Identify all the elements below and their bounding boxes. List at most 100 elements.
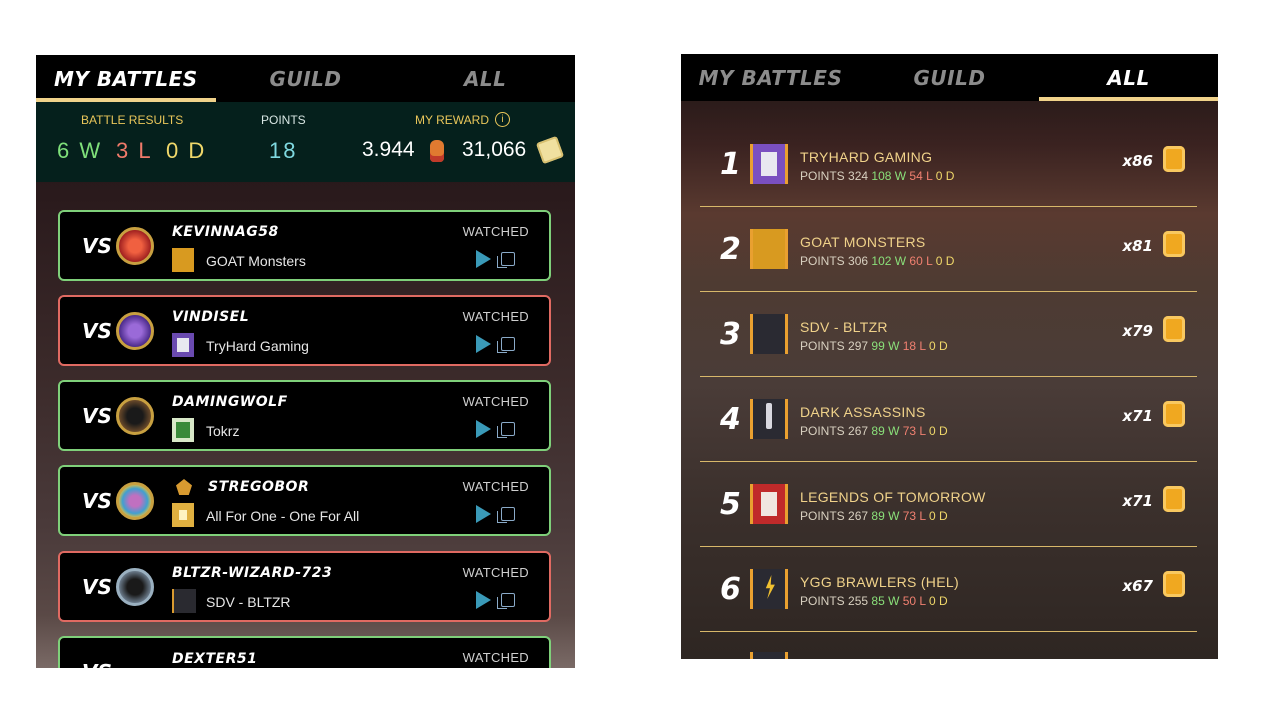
rank-number: 1 (720, 147, 741, 182)
vs-label: VS (82, 660, 112, 668)
tab-all[interactable]: ALL (1039, 54, 1218, 101)
reward-2-value: 31,066 (462, 138, 527, 161)
play-icon[interactable] (476, 335, 491, 353)
my-battles-panel: MY BATTLES GUILD ALL BATTLE RESULTS 6 W … (36, 55, 575, 668)
guild-banner-icon (750, 484, 788, 524)
chest-icon (1163, 486, 1185, 512)
lightning-icon (765, 575, 775, 599)
play-icon[interactable] (476, 250, 491, 268)
guild-name[interactable]: TRYHARD GAMING (800, 149, 932, 165)
opponent-name[interactable]: BLTZR-WIZARD-723 (172, 565, 332, 581)
guild-name[interactable]: GOAT MONSTERS (800, 234, 926, 250)
battle-card[interactable]: VS BLTZR-WIZARD-723 SDV - BLTZR WATCHED (58, 551, 551, 622)
copy-icon[interactable] (497, 337, 515, 353)
opponent-name[interactable]: DEXTER51 (172, 651, 257, 667)
vs-label: VS (82, 575, 112, 599)
opponent-avatar (116, 397, 154, 435)
all-guilds-panel: MY BATTLES GUILD ALL 1 TRYHARD GAMING PO… (681, 54, 1218, 659)
guild-row[interactable]: 5 LEGENDS OF TOMORROW POINTS 267 89 W 73… (700, 462, 1197, 547)
reward-multiplier: x81 (1122, 237, 1153, 255)
battle-card[interactable]: VS DEXTER51 WATCHED (58, 636, 551, 668)
guild-stats: POINTS 297 99 W 18 L 0 D (800, 339, 948, 353)
guild-banner-icon (172, 589, 196, 613)
vs-label: VS (82, 404, 112, 428)
guild-row[interactable]: 3 SDV - BLTZR POINTS 297 99 W 18 L 0 D x… (700, 292, 1197, 377)
copy-icon[interactable] (497, 507, 515, 523)
guild-name[interactable]: LEGENDS OF TOMORROW (800, 489, 986, 505)
dagger-icon (766, 403, 772, 429)
battle-summary: BATTLE RESULTS 6 W 3 L 0 D POINTS 18 MY … (36, 102, 575, 182)
opponent-name[interactable]: KEVINNAG58 (172, 224, 279, 240)
guild-stats: POINTS 255 85 W 50 L 0 D (800, 594, 948, 608)
play-icon[interactable] (476, 505, 491, 523)
opponent-avatar (116, 482, 154, 520)
partial-banner-icon (750, 652, 788, 659)
rank-number: 6 (720, 572, 741, 607)
rank-number: 3 (720, 317, 741, 352)
reward-multiplier: x79 (1122, 322, 1153, 340)
guild-row[interactable]: 1 TRYHARD GAMING POINTS 324 108 W 54 L 0… (700, 122, 1197, 207)
vs-label: VS (82, 319, 112, 343)
copy-icon[interactable] (497, 593, 515, 609)
guild-rank-icon (176, 479, 192, 495)
guild-banner-icon (172, 333, 194, 357)
chest-icon (1163, 146, 1185, 172)
guild-name: Tokrz (206, 423, 240, 439)
opponent-name[interactable]: STREGOBOR (208, 479, 309, 495)
copy-icon[interactable] (497, 422, 515, 438)
scroll-icon (535, 135, 565, 165)
opponent-avatar (116, 568, 154, 606)
tab-my-battles[interactable]: MY BATTLES (36, 55, 216, 102)
battle-results-label: BATTLE RESULTS (81, 113, 184, 127)
guild-banner-icon (750, 399, 788, 439)
battle-card[interactable]: VS DAMINGWOLF Tokrz WATCHED (58, 380, 551, 451)
tab-bar: MY BATTLES GUILD ALL (36, 55, 575, 102)
copy-icon[interactable] (497, 252, 515, 268)
guild-row[interactable]: 4 DARK ASSASSINS POINTS 267 89 W 73 L 0 … (700, 377, 1197, 462)
battle-card[interactable]: VS STREGOBOR All For One - One For All W… (58, 465, 551, 536)
chest-icon (1163, 316, 1185, 342)
play-icon[interactable] (476, 591, 491, 609)
tab-guild[interactable]: GUILD (860, 54, 1039, 101)
guild-name: All For One - One For All (206, 508, 360, 524)
guild-name: TryHard Gaming (206, 338, 309, 354)
watched-status: WATCHED (462, 565, 529, 580)
tab-bar: MY BATTLES GUILD ALL (681, 54, 1218, 101)
points-label: POINTS (261, 113, 306, 127)
guild-name: SDV - BLTZR (206, 594, 291, 610)
points-value: 18 (269, 138, 298, 163)
guild-stats: POINTS 267 89 W 73 L 0 D (800, 424, 948, 438)
guild-banner-icon (750, 314, 788, 354)
vs-label: VS (82, 234, 112, 258)
rank-number: 4 (720, 402, 741, 437)
guild-name[interactable]: YGG BRAWLERS (HEL) (800, 574, 959, 590)
watched-status: WATCHED (462, 224, 529, 239)
rank-number: 5 (720, 487, 741, 522)
guild-name[interactable]: SDV - BLTZR (800, 319, 888, 335)
tab-my-battles[interactable]: MY BATTLES (681, 54, 860, 101)
guild-stats: POINTS 306 102 W 60 L 0 D (800, 254, 955, 268)
reward-multiplier: x86 (1122, 152, 1153, 170)
play-icon[interactable] (476, 420, 491, 438)
opponent-name[interactable]: DAMINGWOLF (172, 394, 288, 410)
guild-banner-icon (750, 569, 788, 609)
reward-multiplier: x71 (1122, 492, 1153, 510)
guild-row[interactable]: 2 GOAT MONSTERS POINTS 306 102 W 60 L 0 … (700, 207, 1197, 292)
vs-label: VS (82, 489, 112, 513)
guild-banner-icon (750, 144, 788, 184)
guild-banner-icon (172, 418, 194, 442)
guild-row[interactable]: 6 YGG BRAWLERS (HEL) POINTS 255 85 W 50 … (700, 547, 1197, 632)
rank-number: 2 (720, 232, 741, 267)
reward-multiplier: x71 (1122, 407, 1153, 425)
opponent-name[interactable]: VINDISEL (172, 309, 249, 325)
battle-card[interactable]: VS KEVINNAG58 GOAT Monsters WATCHED (58, 210, 551, 281)
chest-icon (1163, 571, 1185, 597)
tab-guild[interactable]: GUILD (216, 55, 396, 102)
guild-banner-icon (172, 503, 194, 527)
opponent-avatar (116, 227, 154, 265)
tab-all[interactable]: ALL (395, 55, 575, 102)
battle-card[interactable]: VS VINDISEL TryHard Gaming WATCHED (58, 295, 551, 366)
guild-name[interactable]: DARK ASSASSINS (800, 404, 926, 420)
guild-stats: POINTS 324 108 W 54 L 0 D (800, 169, 955, 183)
info-icon[interactable]: i (495, 112, 510, 127)
